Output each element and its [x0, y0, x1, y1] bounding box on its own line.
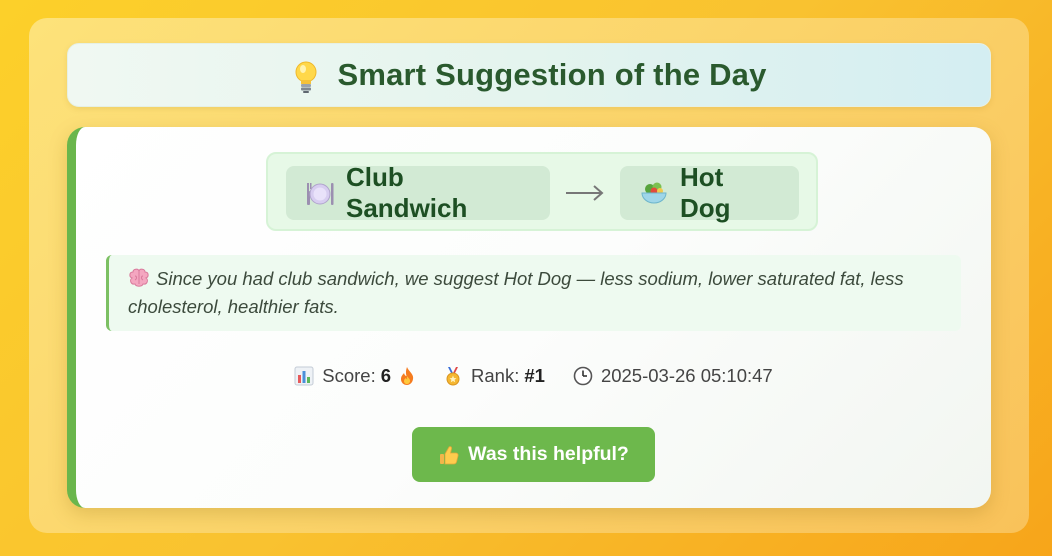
was-this-helpful-label: Was this helpful? [468, 443, 629, 465]
to-food-pill: Hot Dog [620, 162, 799, 223]
from-food-label: Club Sandwich [346, 162, 468, 223]
plate-icon [306, 179, 334, 207]
salad-bowl-icon [640, 179, 668, 207]
score-label: Score: [322, 365, 376, 386]
page-title: Smart Suggestion of the Day [337, 57, 767, 92]
from-food-pill: Club Sandwich [286, 162, 550, 223]
timestamp: 2025-03-26 05:10:47 [600, 365, 773, 386]
suggestion-text: Since you had club sandwich, we suggest … [128, 268, 904, 317]
suggestion-card: Club Sandwich Hot Dog Since you had club… [67, 127, 991, 508]
timestamp-item: 2025-03-26 05:10:47 [573, 365, 773, 387]
to-food-label: Hot Dog [680, 162, 731, 223]
thumbs-up-icon [438, 444, 460, 466]
score-value: 6 [380, 365, 392, 386]
rank-label: Rank: [471, 365, 520, 386]
suggestion-note: Since you had club sandwich, we suggest … [106, 255, 961, 331]
fire-icon [399, 366, 415, 386]
lightbulb-icon [291, 60, 321, 94]
rank-item: Rank: #1 [443, 365, 545, 387]
was-this-helpful-button[interactable]: Was this helpful? [412, 427, 655, 482]
header-banner: Smart Suggestion of the Day [67, 43, 991, 107]
brain-icon [128, 268, 150, 288]
clock-icon [573, 366, 593, 386]
food-swap-box: Club Sandwich Hot Dog [266, 152, 818, 231]
score-item: Score: 6 [294, 365, 415, 387]
medal-icon [443, 366, 463, 386]
right-arrow-icon [564, 178, 606, 208]
bar-chart-icon [294, 366, 314, 386]
rank-value: #1 [524, 365, 545, 386]
meta-row: Score: 6 Rank: #1 2025-03-26 05:10:47 [76, 363, 991, 389]
